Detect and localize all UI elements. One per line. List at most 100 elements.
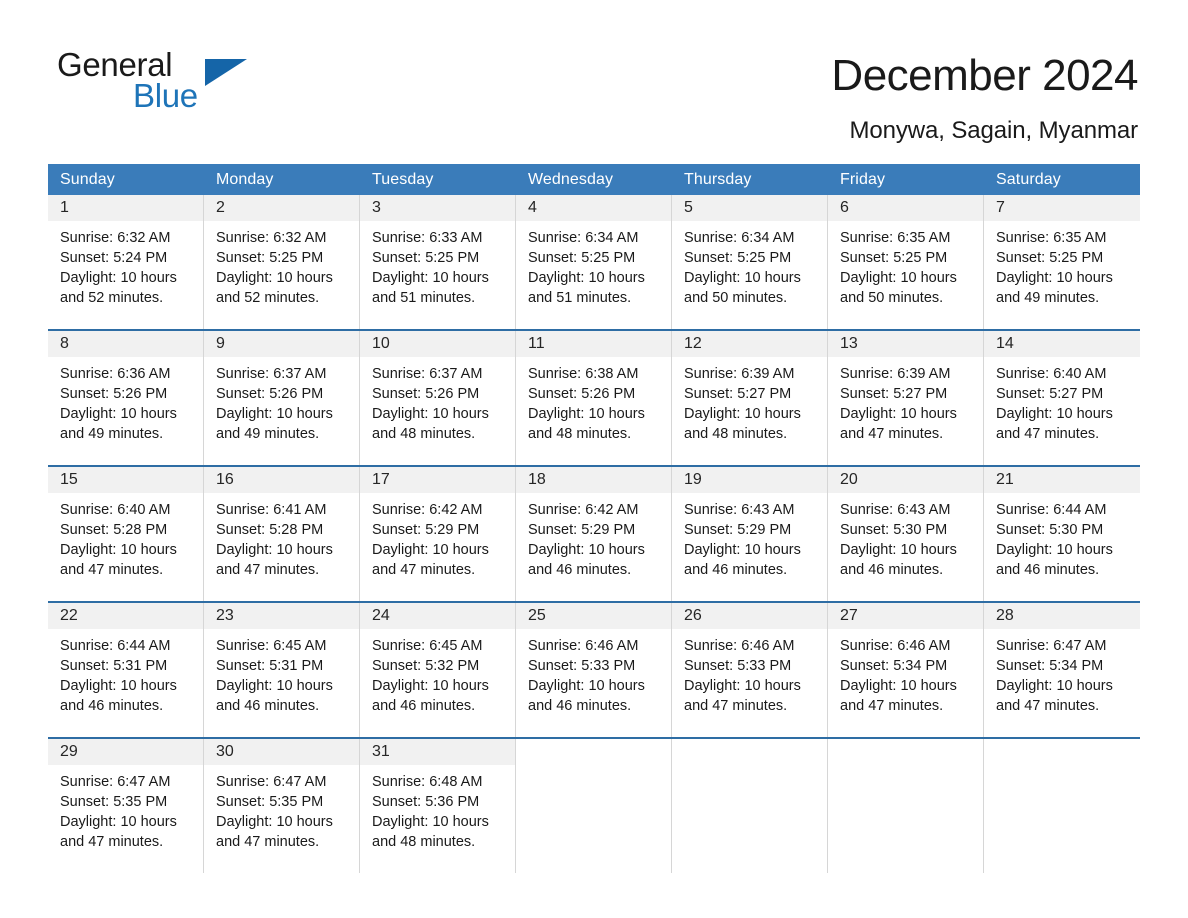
daylight-text-line2: and 49 minutes. bbox=[216, 426, 320, 442]
calendar-day-cell[interactable]: 17 Sunrise: 6:42 AM Sunset: 5:29 PM Dayligh… bbox=[360, 467, 516, 601]
calendar-day-cell[interactable]: 1 Sunrise: 6:32 AM Sunset: 5:24 PM Daylight… bbox=[48, 195, 204, 329]
sunrise-text: Sunrise: 6:47 AM bbox=[216, 774, 327, 790]
calendar-day-cell[interactable]: 16 Sunrise: 6:41 AM Sunset: 5:28 PM Dayligh… bbox=[204, 467, 360, 601]
day-number-band: 10 bbox=[360, 331, 515, 357]
location-subtitle: Monywa, Sagain, Myanmar bbox=[849, 117, 1139, 144]
daylight-text-line2: and 47 minutes. bbox=[216, 562, 320, 578]
calendar-day-cell[interactable]: 30 Sunrise: 6:47 AM Sunset: 5:35 PM Dayligh… bbox=[204, 739, 360, 873]
sunrise-text: Sunrise: 6:39 AM bbox=[840, 366, 951, 382]
daylight-text-line1: Daylight: 10 hours bbox=[60, 814, 177, 830]
daylight-text-line2: and 46 minutes. bbox=[60, 698, 164, 714]
daylight-text-line2: and 46 minutes. bbox=[528, 698, 632, 714]
calendar-day-cell[interactable]: 7 Sunrise: 6:35 AM Sunset: 5:25 PM Daylight… bbox=[984, 195, 1140, 329]
day-number: 15 bbox=[60, 471, 78, 488]
calendar-day-cell[interactable]: 27 Sunrise: 6:46 AM Sunset: 5:34 PM Dayligh… bbox=[828, 603, 984, 737]
calendar-day-cell[interactable]: 9 Sunrise: 6:37 AM Sunset: 5:26 PM Daylight… bbox=[204, 331, 360, 465]
calendar-day-cell[interactable]: 22 Sunrise: 6:44 AM Sunset: 5:31 PM Dayligh… bbox=[48, 603, 204, 737]
calendar-page: General Blue December 2024 Monywa, Sagai… bbox=[0, 0, 1188, 918]
calendar-day-cell[interactable]: 25 Sunrise: 6:46 AM Sunset: 5:33 PM Dayligh… bbox=[516, 603, 672, 737]
sunset-text: Sunset: 5:27 PM bbox=[684, 386, 792, 402]
day-details: Sunrise: 6:46 AM Sunset: 5:33 PM Daylight:… bbox=[672, 629, 827, 716]
day-number: 27 bbox=[840, 607, 858, 624]
calendar-day-cell[interactable]: 3 Sunrise: 6:33 AM Sunset: 5:25 PM Daylight… bbox=[360, 195, 516, 329]
sunset-text: Sunset: 5:28 PM bbox=[216, 522, 324, 538]
sunrise-text: Sunrise: 6:42 AM bbox=[528, 502, 639, 518]
daylight-text-line2: and 48 minutes. bbox=[684, 426, 788, 442]
calendar-day-cell[interactable]: 24 Sunrise: 6:45 AM Sunset: 5:32 PM Dayligh… bbox=[360, 603, 516, 737]
day-number-band: 21 bbox=[984, 467, 1140, 493]
daylight-text-line2: and 47 minutes. bbox=[996, 426, 1100, 442]
weekday-header-wednesday: Wednesday bbox=[528, 171, 614, 188]
sunrise-text: Sunrise: 6:35 AM bbox=[996, 230, 1107, 246]
sunset-text: Sunset: 5:31 PM bbox=[60, 658, 168, 674]
day-details: Sunrise: 6:37 AM Sunset: 5:26 PM Daylight:… bbox=[204, 357, 359, 444]
sunset-text: Sunset: 5:25 PM bbox=[216, 250, 324, 266]
day-details: Sunrise: 6:39 AM Sunset: 5:27 PM Daylight:… bbox=[828, 357, 983, 444]
general-blue-logo[interactable]: General Blue bbox=[57, 48, 257, 120]
calendar-day-cell[interactable]: 26 Sunrise: 6:46 AM Sunset: 5:33 PM Dayligh… bbox=[672, 603, 828, 737]
day-details: Sunrise: 6:47 AM Sunset: 5:35 PM Daylight:… bbox=[48, 765, 203, 852]
day-details: Sunrise: 6:34 AM Sunset: 5:25 PM Daylight:… bbox=[516, 221, 671, 308]
day-details: Sunrise: 6:39 AM Sunset: 5:27 PM Daylight:… bbox=[672, 357, 827, 444]
calendar-day-cell[interactable]: 10 Sunrise: 6:37 AM Sunset: 5:26 PM Dayligh… bbox=[360, 331, 516, 465]
calendar-day-cell[interactable]: 19 Sunrise: 6:43 AM Sunset: 5:29 PM Dayligh… bbox=[672, 467, 828, 601]
calendar-day-cell[interactable]: 15 Sunrise: 6:40 AM Sunset: 5:28 PM Dayligh… bbox=[48, 467, 204, 601]
calendar-day-cell[interactable]: 13 Sunrise: 6:39 AM Sunset: 5:27 PM Dayligh… bbox=[828, 331, 984, 465]
day-number: 30 bbox=[216, 743, 234, 760]
day-details: Sunrise: 6:43 AM Sunset: 5:30 PM Daylight:… bbox=[828, 493, 983, 580]
calendar-day-cell[interactable]: 20 Sunrise: 6:43 AM Sunset: 5:30 PM Dayligh… bbox=[828, 467, 984, 601]
daylight-text-line1: Daylight: 10 hours bbox=[372, 542, 489, 558]
sunrise-text: Sunrise: 6:38 AM bbox=[528, 366, 639, 382]
day-number: 13 bbox=[840, 335, 858, 352]
day-number-band: 25 bbox=[516, 603, 671, 629]
sunset-text: Sunset: 5:25 PM bbox=[684, 250, 792, 266]
weekday-header-tuesday: Tuesday bbox=[372, 171, 434, 188]
daylight-text-line2: and 47 minutes. bbox=[840, 426, 944, 442]
day-number: 5 bbox=[684, 199, 693, 216]
calendar-day-cell[interactable]: 23 Sunrise: 6:45 AM Sunset: 5:31 PM Dayligh… bbox=[204, 603, 360, 737]
sunrise-text: Sunrise: 6:44 AM bbox=[996, 502, 1107, 518]
sunset-text: Sunset: 5:25 PM bbox=[372, 250, 480, 266]
day-details: Sunrise: 6:45 AM Sunset: 5:32 PM Daylight:… bbox=[360, 629, 515, 716]
calendar-day-cell[interactable]: 29 Sunrise: 6:47 AM Sunset: 5:35 PM Dayligh… bbox=[48, 739, 204, 873]
calendar-day-cell[interactable]: 6 Sunrise: 6:35 AM Sunset: 5:25 PM Daylight… bbox=[828, 195, 984, 329]
calendar-day-cell[interactable]: 18 Sunrise: 6:42 AM Sunset: 5:29 PM Dayligh… bbox=[516, 467, 672, 601]
day-number: 6 bbox=[840, 199, 849, 216]
day-number: 11 bbox=[528, 335, 545, 352]
day-number-band: 2 bbox=[204, 195, 359, 221]
day-number: 16 bbox=[216, 471, 234, 488]
calendar-day-cell[interactable]: 12 Sunrise: 6:39 AM Sunset: 5:27 PM Dayligh… bbox=[672, 331, 828, 465]
day-number: 7 bbox=[996, 199, 1005, 216]
sunrise-text: Sunrise: 6:40 AM bbox=[60, 502, 171, 518]
calendar-day-cell[interactable]: 4 Sunrise: 6:34 AM Sunset: 5:25 PM Daylight… bbox=[516, 195, 672, 329]
sunrise-text: Sunrise: 6:46 AM bbox=[684, 638, 795, 654]
sunset-text: Sunset: 5:26 PM bbox=[60, 386, 168, 402]
calendar-day-cell[interactable]: 8 Sunrise: 6:36 AM Sunset: 5:26 PM Daylight… bbox=[48, 331, 204, 465]
day-number-band: 16 bbox=[204, 467, 359, 493]
day-number: 14 bbox=[996, 335, 1014, 352]
calendar-day-cell[interactable]: 11 Sunrise: 6:38 AM Sunset: 5:26 PM Dayligh… bbox=[516, 331, 672, 465]
sunset-text: Sunset: 5:33 PM bbox=[684, 658, 792, 674]
daylight-text-line2: and 50 minutes. bbox=[684, 290, 788, 306]
sunrise-text: Sunrise: 6:45 AM bbox=[216, 638, 327, 654]
daylight-text-line1: Daylight: 10 hours bbox=[372, 270, 489, 286]
day-number: 3 bbox=[372, 199, 381, 216]
day-details: Sunrise: 6:37 AM Sunset: 5:26 PM Daylight:… bbox=[360, 357, 515, 444]
calendar-day-cell[interactable]: 28 Sunrise: 6:47 AM Sunset: 5:34 PM Dayligh… bbox=[984, 603, 1140, 737]
daylight-text-line2: and 47 minutes. bbox=[372, 562, 476, 578]
day-number-band: 26 bbox=[672, 603, 827, 629]
page-title: December 2024 bbox=[831, 51, 1138, 100]
calendar-day-cell[interactable]: 21 Sunrise: 6:44 AM Sunset: 5:30 PM Dayligh… bbox=[984, 467, 1140, 601]
calendar-day-cell[interactable]: 2 Sunrise: 6:32 AM Sunset: 5:25 PM Daylight… bbox=[204, 195, 360, 329]
calendar-day-cell[interactable]: 14 Sunrise: 6:40 AM Sunset: 5:27 PM Dayligh… bbox=[984, 331, 1140, 465]
calendar-day-cell[interactable]: 31 Sunrise: 6:48 AM Sunset: 5:36 PM Dayligh… bbox=[360, 739, 516, 873]
sunset-text: Sunset: 5:29 PM bbox=[528, 522, 636, 538]
day-number-band: 15 bbox=[48, 467, 203, 493]
day-details: Sunrise: 6:40 AM Sunset: 5:27 PM Daylight:… bbox=[984, 357, 1140, 444]
daylight-text-line2: and 46 minutes. bbox=[216, 698, 320, 714]
daylight-text-line1: Daylight: 10 hours bbox=[996, 678, 1113, 694]
sunset-text: Sunset: 5:25 PM bbox=[840, 250, 948, 266]
day-number-band bbox=[516, 739, 671, 765]
calendar-day-cell[interactable]: 5 Sunrise: 6:34 AM Sunset: 5:25 PM Daylight… bbox=[672, 195, 828, 329]
day-number-band: 19 bbox=[672, 467, 827, 493]
